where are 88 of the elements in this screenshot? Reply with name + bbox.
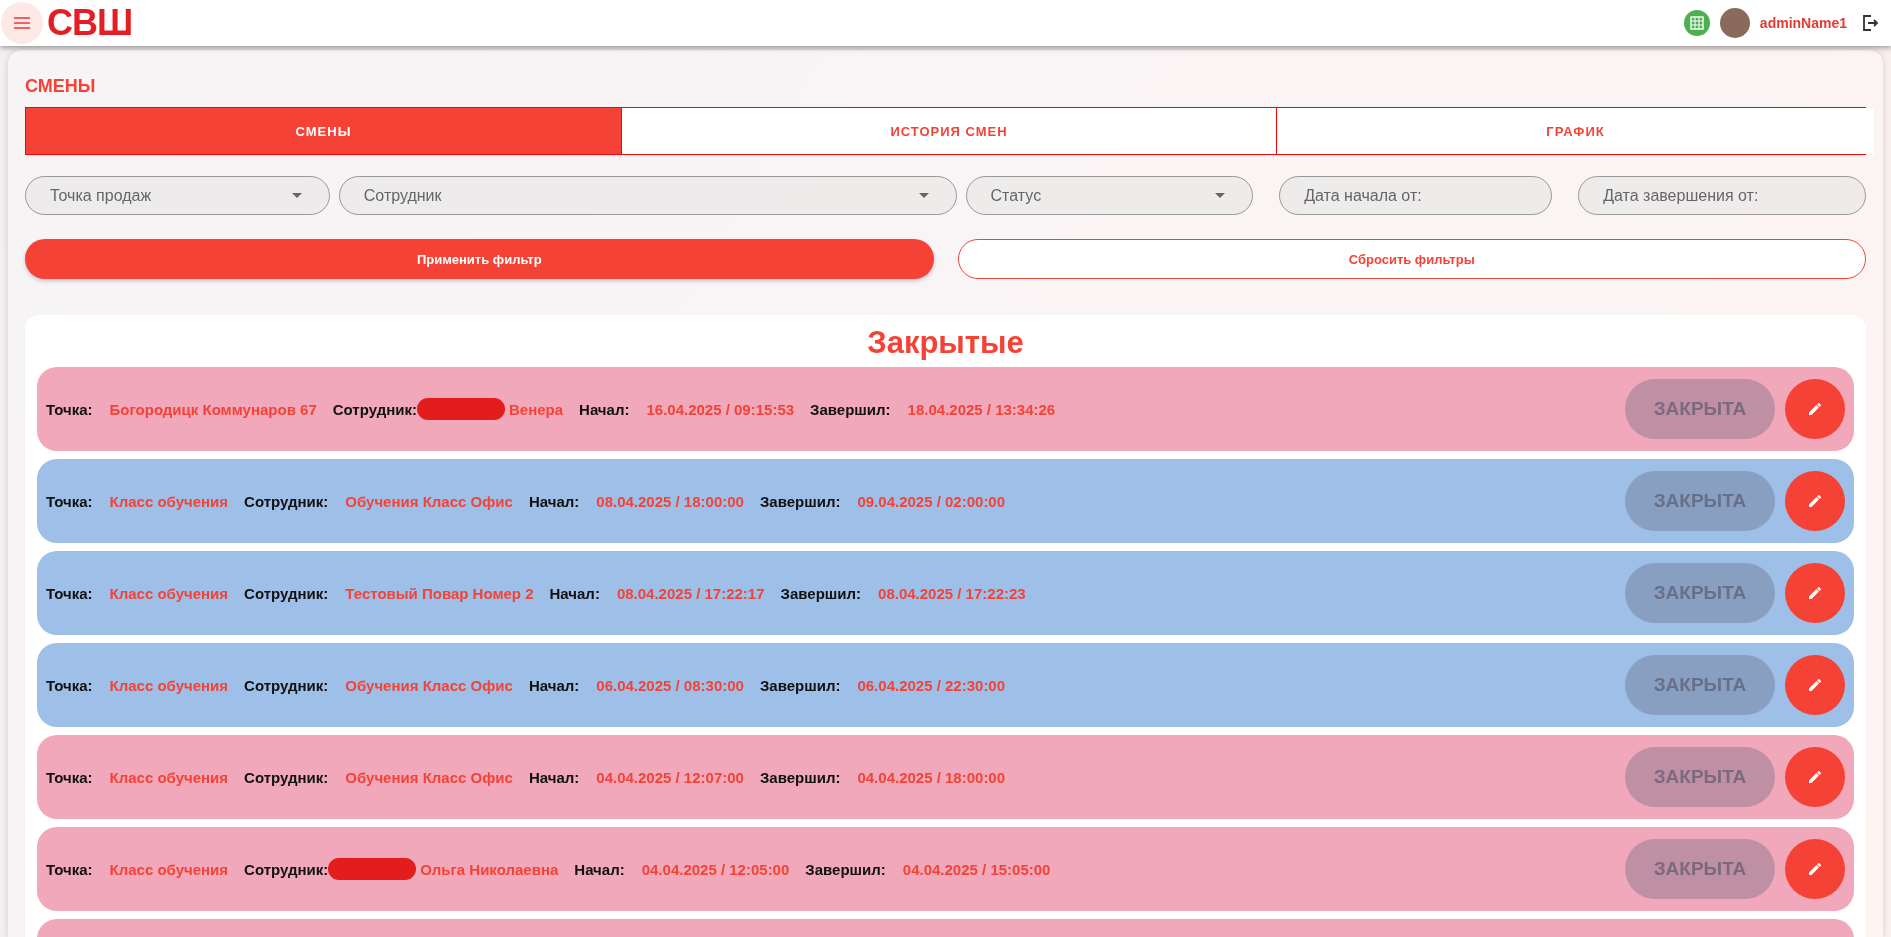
employee-value: Обучения Класс Офис	[345, 492, 513, 510]
point-value: Богородицк Коммунаров 67	[109, 400, 317, 418]
start-value: 16.04.2025 / 09:15:53	[646, 400, 795, 418]
section-title: Закрытые	[866, 325, 1025, 361]
tab[interactable]: ГРАФИК	[1276, 108, 1874, 154]
filter-field[interactable]: Статус	[965, 176, 1254, 215]
start-value: 08.04.2025 / 17:22:17	[616, 584, 765, 602]
filter-field[interactable]: Сотрудник	[338, 176, 957, 215]
field-label: Сотрудник:	[244, 584, 329, 602]
filter-field[interactable]: Дата начала от:	[1279, 176, 1553, 215]
field-label: Завершил:	[780, 584, 862, 602]
field-label: Завершил:	[810, 400, 891, 418]
pencil-icon	[1807, 677, 1823, 693]
field-label: Точка:	[46, 768, 93, 786]
employee-value: Ольга Николаевна	[420, 860, 559, 878]
pencil-icon	[1807, 861, 1823, 877]
field-label: Точка:	[46, 400, 93, 418]
logout-icon[interactable]	[1861, 14, 1879, 32]
end-value: 08.04.2025 / 17:22:23	[878, 584, 1026, 602]
status-badge: ЗАКРЫТА	[1625, 379, 1775, 439]
end-value: 04.04.2025 / 18:00:00	[857, 768, 1006, 786]
field-label: Сотрудник:	[244, 492, 329, 510]
start-value: 04.04.2025 / 12:07:00	[596, 768, 744, 786]
employee-value: Обучения Класс Офис	[345, 676, 513, 694]
employee-value: Венера	[508, 400, 564, 418]
filter-field[interactable]: Дата завершения от:	[1578, 176, 1866, 215]
edit-button[interactable]	[1785, 563, 1845, 623]
employee-value: Тестовый Повар Номер 2	[345, 584, 534, 602]
pencil-icon	[1807, 401, 1823, 417]
tab[interactable]: ИСТОРИЯ СМЕН	[621, 108, 1276, 154]
pencil-icon	[1807, 493, 1823, 509]
dropdown-icon	[1215, 193, 1226, 198]
end-value: 09.04.2025 / 02:00:00	[857, 492, 1006, 510]
end-value: 18.04.2025 / 13:34:26	[907, 400, 1056, 418]
field-label: Начал:	[549, 584, 600, 602]
start-value: 08.04.2025 / 18:00:00	[596, 492, 744, 510]
field-label: Завершил:	[805, 860, 886, 878]
start-value: 06.04.2025 / 08:30:00	[596, 676, 744, 694]
dropdown-icon	[291, 193, 302, 198]
field-label: Сотрудник:	[244, 860, 329, 878]
avatar[interactable]	[1719, 8, 1750, 38]
edit-button[interactable]	[1785, 471, 1845, 531]
field-label: Начал:	[579, 400, 630, 418]
field-label: Сотрудник:	[244, 768, 329, 786]
field-label: Завершил:	[759, 768, 841, 786]
start-value: 04.04.2025 / 12:05:00	[641, 860, 790, 878]
field-label: Начал:	[574, 860, 625, 878]
point-value: Класс обучения	[109, 676, 229, 694]
edit-button[interactable]	[1785, 379, 1845, 439]
field-label: Завершил:	[759, 492, 841, 510]
point-value: Класс обучения	[109, 860, 229, 878]
status-badge: ЗАКРЫТА	[1625, 839, 1775, 899]
status-badge: ЗАКРЫТА	[1625, 563, 1775, 623]
logo: СВШ	[47, 2, 133, 44]
field-label: Сотрудник:	[332, 400, 417, 418]
status-badge: ЗАКРЫТА	[1625, 655, 1775, 715]
field-label: Завершил:	[759, 676, 841, 694]
filter-field[interactable]: Точка продаж	[25, 176, 330, 215]
dropdown-icon	[918, 193, 929, 198]
status-badge: ЗАКРЫТА	[1625, 747, 1775, 807]
field-label: Точка:	[46, 584, 93, 602]
field-label: Точка:	[46, 860, 93, 878]
field-label: Сотрудник:	[244, 676, 329, 694]
menu-icon	[14, 17, 30, 29]
reset-filters-button[interactable]: Сбросить фильтры	[957, 239, 1866, 279]
menu-button[interactable]	[1, 2, 43, 44]
spreadsheet-icon[interactable]	[1683, 10, 1710, 36]
point-value: Класс обучения	[109, 768, 229, 786]
edit-button[interactable]	[1785, 655, 1845, 715]
field-label: Начал:	[528, 676, 580, 694]
edit-button[interactable]	[1785, 839, 1845, 899]
pencil-icon	[1807, 585, 1823, 601]
end-value: 06.04.2025 / 22:30:00	[857, 676, 1006, 694]
apply-filter-button[interactable]: Применить фильтр	[25, 239, 934, 279]
user-name[interactable]: adminName1	[1759, 15, 1847, 31]
field-label: Точка:	[46, 492, 93, 510]
tab[interactable]: СМЕНЫ	[26, 108, 621, 154]
end-value: 04.04.2025 / 15:05:00	[902, 860, 1051, 878]
point-value: Класс обучения	[109, 492, 229, 510]
field-label: Начал:	[528, 492, 580, 510]
employee-value: Обучения Класс Офис	[345, 768, 513, 786]
pencil-icon	[1807, 769, 1823, 785]
page-title: СМЕНЫ	[25, 76, 97, 97]
edit-button[interactable]	[1785, 747, 1845, 807]
status-badge: ЗАКРЫТА	[1625, 471, 1775, 531]
field-label: Начал:	[528, 768, 580, 786]
field-label: Точка:	[46, 676, 93, 694]
point-value: Класс обучения	[109, 584, 229, 602]
